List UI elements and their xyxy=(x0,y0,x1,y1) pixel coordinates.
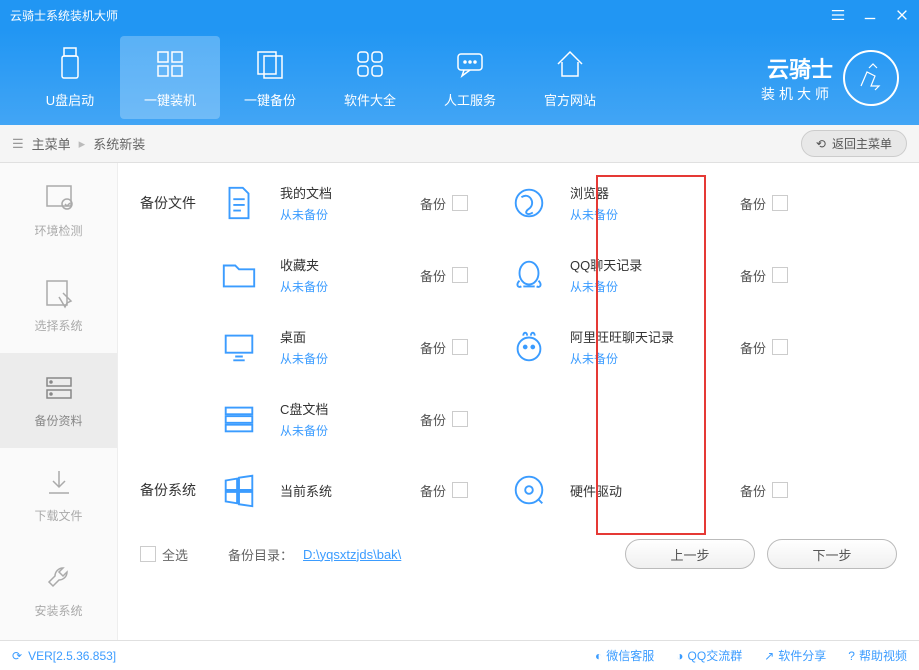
checkbox-browser[interactable] xyxy=(772,195,788,211)
browser-icon xyxy=(510,184,548,222)
checkbox-drivers[interactable] xyxy=(772,482,788,498)
sidebar-select-system[interactable]: 选择系统 xyxy=(0,258,117,353)
section-system: 备份系统 xyxy=(140,480,220,500)
nav-service[interactable]: 人工服务 xyxy=(420,36,520,119)
nav-software[interactable]: 软件大全 xyxy=(320,36,420,119)
minimize-icon[interactable] xyxy=(863,8,877,22)
share-software[interactable]: ↗软件分享 xyxy=(764,647,826,664)
sidebar-download[interactable]: 下载文件 xyxy=(0,448,117,543)
windows-icon xyxy=(220,471,258,509)
desktop-icon xyxy=(220,328,258,366)
wechat-support[interactable]: ◐微信客服 xyxy=(595,647,654,664)
checkbox-mydocs[interactable] xyxy=(452,195,468,211)
qq-icon xyxy=(510,256,548,294)
nav-install[interactable]: 一键装机 xyxy=(120,36,220,119)
nav-website[interactable]: 官方网站 xyxy=(520,36,620,119)
sidebar-backup[interactable]: 备份资料 xyxy=(0,353,117,448)
checkbox-system[interactable] xyxy=(452,482,468,498)
qq-group[interactable]: ◑QQ交流群 xyxy=(676,647,742,664)
list-icon: ☰ xyxy=(12,136,24,152)
document-icon xyxy=(220,184,258,222)
select-all-checkbox[interactable] xyxy=(140,546,156,562)
version-label: VER[2.5.36.853] xyxy=(28,649,116,663)
refresh-icon[interactable]: ⟳ xyxy=(12,649,22,663)
disk-icon xyxy=(510,471,548,509)
checkbox-desktop[interactable] xyxy=(452,339,468,355)
close-icon[interactable] xyxy=(895,8,909,22)
sidebar-install[interactable]: 安装系统 xyxy=(0,543,117,638)
checkbox-cdrive[interactable] xyxy=(452,411,468,427)
next-button[interactable]: 下一步 xyxy=(767,539,897,569)
nav-usb[interactable]: U盘启动 xyxy=(20,36,120,119)
breadcrumb-current: 系统新装 xyxy=(93,134,145,153)
checkbox-favorites[interactable] xyxy=(452,267,468,283)
help-video[interactable]: ?帮助视频 xyxy=(848,647,907,664)
menu-icon[interactable] xyxy=(831,8,845,22)
checkbox-qq[interactable] xyxy=(772,267,788,283)
section-files: 备份文件 xyxy=(140,193,220,213)
checkbox-wangwang[interactable] xyxy=(772,339,788,355)
sidebar-env-check[interactable]: 环境检测 xyxy=(0,163,117,258)
wangwang-icon xyxy=(510,328,548,366)
server-icon xyxy=(220,400,258,438)
prev-button[interactable]: 上一步 xyxy=(625,539,755,569)
backup-path-link[interactable]: D:\yqsxtzjds\bak\ xyxy=(303,547,401,562)
breadcrumb-main[interactable]: 主菜单 xyxy=(32,134,71,153)
folder-icon xyxy=(220,256,258,294)
back-arrow-icon: ⟲ xyxy=(816,137,826,151)
back-button[interactable]: ⟲ 返回主菜单 xyxy=(801,130,907,157)
logo: 云骑士 装机大师 xyxy=(761,50,899,106)
nav-backup[interactable]: 一键备份 xyxy=(220,36,320,119)
app-title: 云骑士系统装机大师 xyxy=(10,7,118,24)
